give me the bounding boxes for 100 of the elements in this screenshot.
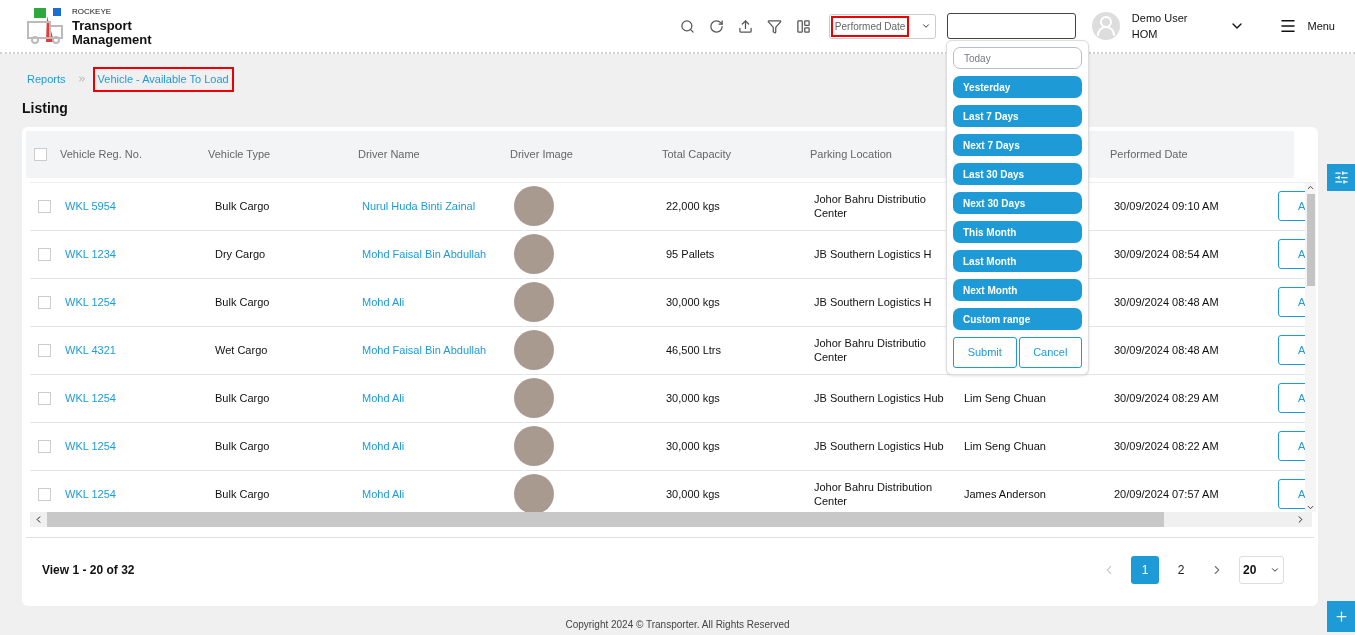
- vehicle-link[interactable]: WKL 1254: [64, 293, 212, 311]
- brand-title: Transport: [72, 19, 133, 33]
- table-cell-text: Bulk Cargo: [214, 438, 271, 454]
- table-cell-text: Lim Seng Chuan: [964, 438, 1047, 454]
- row-checkbox[interactable]: [38, 391, 51, 405]
- vehicle-link[interactable]: WKL 1254: [64, 437, 212, 455]
- vehicle-link[interactable]: WKL 5954: [64, 197, 212, 215]
- table-cell-text: 30,000 kgs: [666, 438, 721, 454]
- table-cell-text: 30/09/2024 08:48 AM: [1114, 342, 1220, 358]
- record-summary: View 1 - 20 of 32: [42, 562, 135, 579]
- table-cell: Johor Bahru Distributio Center: [814, 192, 926, 220]
- driver-link[interactable]: Mohd Ali: [362, 389, 405, 407]
- date-range-option[interactable]: Last Month: [953, 250, 1082, 272]
- table-cell: JB Southern Logistics Hub: [814, 391, 944, 405]
- table-cell-text: Bulk Cargo: [214, 198, 271, 214]
- table-cell-text: Wet Cargo: [214, 342, 269, 358]
- table-cell-text: 30/09/2024 09:10 AM: [1114, 198, 1220, 214]
- sliders-icon: [1333, 170, 1349, 185]
- breadcrumb-link[interactable]: Reports: [22, 67, 71, 92]
- date-range-option[interactable]: Last 7 Days: [953, 105, 1082, 127]
- filter-icon[interactable]: [766, 18, 782, 34]
- driver-link[interactable]: Mohd Ali: [362, 437, 405, 455]
- user-org: HOM: [1131, 27, 1159, 42]
- table-cell: JB Southern Logistics Hub: [814, 439, 944, 453]
- driver-link[interactable]: Mohd Ali: [362, 293, 405, 311]
- vehicle-link[interactable]: WKL 1234: [64, 245, 212, 263]
- row-checkbox[interactable]: [38, 343, 51, 357]
- date-range-option[interactable]: Next 30 Days: [953, 192, 1082, 214]
- date-range-option[interactable]: Next Month: [953, 279, 1082, 301]
- photo-placeholder: [514, 378, 554, 418]
- user-name: Demo User: [1131, 11, 1188, 26]
- date-range-option[interactable]: Next 7 Days: [953, 134, 1082, 156]
- table-cell-text: Bulk Cargo: [214, 486, 271, 502]
- search-icon[interactable]: [679, 18, 695, 34]
- table-cell-text: James Anderson: [964, 486, 1047, 502]
- column-header: Total Capacity: [662, 146, 733, 162]
- table-cell-text: Bulk Cargo: [214, 294, 271, 310]
- copyright-text: Copyright 2024 © Transporter. All Rights Reserved: [565, 617, 790, 632]
- column-header: Parking Location: [810, 146, 893, 162]
- date-range-option[interactable]: Custom range: [953, 308, 1082, 330]
- vehicle-link[interactable]: WKL 4321: [64, 341, 212, 359]
- date-range-option[interactable]: Yesterday: [953, 76, 1082, 98]
- table-cell-text: 30/09/2024 08:54 AM: [1114, 246, 1220, 262]
- table-cell-text: 30/09/2024 08:48 AM: [1114, 294, 1220, 310]
- breadcrumb-link[interactable]: Vehicle - Available To Load: [92, 67, 234, 92]
- table-cell-text: 22,000 kgs: [666, 198, 721, 214]
- range-action-button[interactable]: Submit: [953, 337, 1017, 368]
- refresh-icon[interactable]: [708, 18, 724, 34]
- date-field-select[interactable]: Performed Date: [828, 13, 936, 39]
- page-button[interactable]: 2: [1167, 556, 1195, 584]
- select-value: Performed Date: [830, 15, 910, 37]
- table-cell-text: 30,000 kgs: [666, 486, 721, 502]
- caret-icon: [1270, 565, 1280, 575]
- photo-placeholder: [514, 186, 554, 226]
- brand-title: Management: [72, 33, 152, 47]
- breadcrumb-separator-icon: [76, 74, 87, 85]
- photo-placeholder: [514, 474, 554, 512]
- row-checkbox[interactable]: [38, 439, 51, 453]
- driver-link[interactable]: Mohd Ali: [362, 485, 405, 503]
- row-checkbox[interactable]: [38, 247, 51, 261]
- vehicle-link[interactable]: WKL 1254: [64, 389, 212, 407]
- driver-link[interactable]: Nurul Huda Binti Zainal: [362, 197, 476, 215]
- vehicle-link[interactable]: WKL 1254: [64, 485, 212, 503]
- page-size-select[interactable]: 20: [1239, 556, 1284, 584]
- page-button[interactable]: 1: [1131, 556, 1159, 584]
- scrollbar-thumb[interactable]: [1306, 193, 1315, 286]
- row-checkbox[interactable]: [38, 199, 51, 213]
- plus-icon: [1333, 609, 1349, 624]
- range-action-button[interactable]: Cancel: [1018, 337, 1082, 368]
- row-checkbox[interactable]: [38, 295, 51, 309]
- menu-button[interactable]: Menu: [1279, 17, 1335, 35]
- select-all-checkbox[interactable]: [34, 147, 47, 161]
- upload-icon[interactable]: [737, 18, 753, 34]
- table-cell-text: Lim Seng Chuan: [964, 390, 1047, 406]
- column-header: Performed Date: [1110, 146, 1189, 162]
- date-range-option[interactable]: Last 30 Days: [953, 163, 1082, 185]
- table-cell: Johor Bahru Distributio Center: [814, 336, 926, 364]
- table-cell: JB Southern Logistics H: [814, 295, 932, 309]
- row-checkbox[interactable]: [38, 487, 51, 501]
- column-header: Vehicle Type: [208, 146, 272, 162]
- driver-link[interactable]: Mohd Faisal Bin Abdullah: [362, 245, 487, 263]
- settings-button[interactable]: [1327, 164, 1355, 191]
- date-range-option[interactable]: This Month: [953, 221, 1082, 243]
- table-cell-text: 20/09/2024 07:57 AM: [1114, 486, 1220, 502]
- date-range-option[interactable]: Today: [953, 47, 1082, 69]
- caret-icon: [920, 21, 931, 31]
- add-button[interactable]: [1327, 601, 1355, 632]
- photo-placeholder: [514, 426, 554, 466]
- date-range-input[interactable]: [946, 13, 1076, 39]
- brand-small-text: ROCKEYE: [72, 6, 113, 18]
- vertical-scrollbar[interactable]: [1305, 182, 1316, 512]
- table-cell: Johor Bahru Distribution Center: [814, 480, 932, 508]
- column-header: Vehicle Reg. No.: [60, 146, 143, 162]
- table-cell-text: 30,000 kgs: [666, 294, 721, 310]
- menu-icon: [1279, 17, 1298, 35]
- layout-icon[interactable]: [795, 18, 811, 34]
- table-cell-text: Dry Cargo: [214, 246, 267, 262]
- column-header: Driver Name: [358, 146, 421, 162]
- driver-link[interactable]: Mohd Faisal Bin Abdullah: [362, 341, 487, 359]
- table-cell-text: Bulk Cargo: [214, 390, 271, 406]
